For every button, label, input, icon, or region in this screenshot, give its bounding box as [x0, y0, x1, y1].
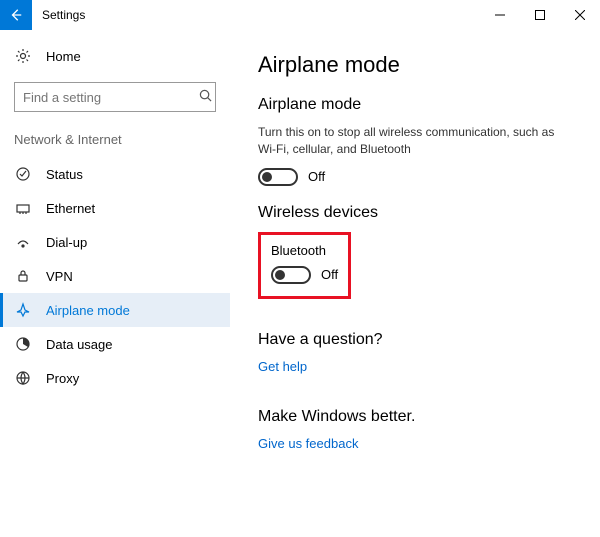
gear-icon	[14, 48, 32, 64]
sidebar-item-label: Airplane mode	[46, 303, 130, 318]
airplane-toggle-state: Off	[308, 169, 325, 184]
search-input[interactable]	[23, 90, 199, 105]
wireless-section-title: Wireless devices	[258, 204, 580, 222]
sidebar-item-status[interactable]: Status	[0, 157, 230, 191]
close-button[interactable]	[560, 0, 600, 30]
content: Airplane mode Airplane mode Turn this on…	[230, 30, 600, 537]
home-button[interactable]: Home	[0, 40, 230, 72]
bluetooth-label: Bluetooth	[271, 243, 338, 258]
bluetooth-toggle-state: Off	[321, 267, 338, 282]
sidebar-item-vpn[interactable]: VPN	[0, 259, 230, 293]
airplane-icon	[14, 302, 32, 318]
window-controls	[480, 0, 600, 30]
feedback-section-title: Make Windows better.	[258, 408, 580, 426]
group-label: Network & Internet	[0, 126, 230, 157]
arrow-left-icon	[9, 8, 23, 22]
sidebar-item-datausage[interactable]: Data usage	[0, 327, 230, 361]
maximize-button[interactable]	[520, 0, 560, 30]
sidebar-item-ethernet[interactable]: Ethernet	[0, 191, 230, 225]
bluetooth-toggle-row: Off	[271, 266, 338, 284]
sidebar-item-label: VPN	[46, 269, 73, 284]
search-box[interactable]	[14, 82, 216, 112]
bluetooth-toggle[interactable]	[271, 266, 311, 284]
home-label: Home	[46, 49, 81, 64]
minimize-icon	[495, 10, 505, 20]
data-usage-icon	[14, 336, 32, 352]
airplane-section-title: Airplane mode	[258, 96, 580, 114]
search-icon	[199, 89, 212, 105]
maximize-icon	[535, 10, 545, 20]
dialup-icon	[14, 234, 32, 250]
titlebar: Settings	[0, 0, 600, 30]
proxy-icon	[14, 370, 32, 386]
sidebar-item-label: Proxy	[46, 371, 79, 386]
vpn-icon	[14, 268, 32, 284]
question-section-title: Have a question?	[258, 331, 580, 349]
sidebar-item-label: Status	[46, 167, 83, 182]
airplane-toggle-row: Off	[258, 168, 580, 186]
sidebar-item-dialup[interactable]: Dial-up	[0, 225, 230, 259]
get-help-link[interactable]: Get help	[258, 359, 307, 374]
airplane-toggle[interactable]	[258, 168, 298, 186]
window-title: Settings	[32, 8, 480, 22]
ethernet-icon	[14, 200, 32, 216]
bluetooth-highlight: Bluetooth Off	[258, 232, 351, 299]
status-icon	[14, 166, 32, 182]
sidebar: Home Network & Internet Status Ethernet …	[0, 30, 230, 537]
sidebar-item-proxy[interactable]: Proxy	[0, 361, 230, 395]
page-title: Airplane mode	[258, 52, 580, 78]
minimize-button[interactable]	[480, 0, 520, 30]
sidebar-item-label: Dial-up	[46, 235, 87, 250]
sidebar-item-airplane[interactable]: Airplane mode	[0, 293, 230, 327]
sidebar-item-label: Ethernet	[46, 201, 95, 216]
airplane-description: Turn this on to stop all wireless commun…	[258, 124, 558, 158]
back-button[interactable]	[0, 0, 32, 30]
close-icon	[575, 10, 585, 20]
feedback-link[interactable]: Give us feedback	[258, 436, 358, 451]
sidebar-item-label: Data usage	[46, 337, 113, 352]
